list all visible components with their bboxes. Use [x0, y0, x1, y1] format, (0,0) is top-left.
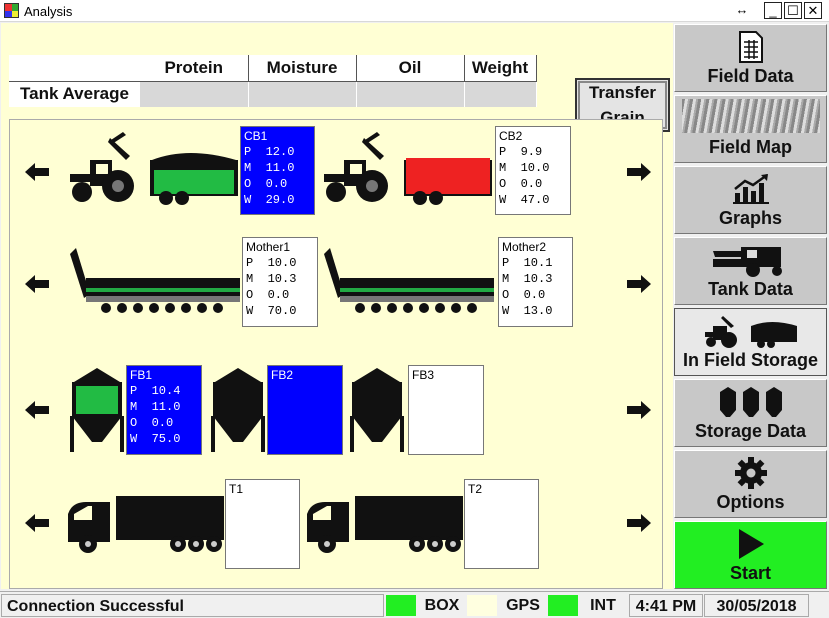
left-arrow-icon[interactable] [25, 163, 49, 181]
harvester-icon [712, 247, 782, 277]
resize-icon[interactable]: ↔ [733, 2, 751, 19]
tank-average-table: Protein Moisture Oil Weight Tank Average [9, 55, 537, 107]
cb2-info[interactable]: CB2 P 9.9 M 10.0 O 0.0 W 47.0 [495, 126, 571, 215]
gear-icon [734, 457, 767, 489]
truck-2-icon [307, 496, 463, 553]
col-weight: Weight [464, 55, 537, 81]
cb1-info[interactable]: CB1 P 12.0 M 11.0 O 0.0 W 29.0 [240, 126, 315, 215]
silo-icon [719, 387, 782, 417]
start-button[interactable]: Start [674, 521, 827, 589]
chart-icon [732, 173, 769, 204]
mother1-info[interactable]: Mother1 P 10.0 M 10.3 O 0.0 W 70.0 [242, 237, 318, 327]
tank-average-label: Tank Average [9, 80, 140, 107]
chaser-bin-2-icon [324, 132, 492, 205]
right-arrow-icon[interactable] [627, 401, 651, 419]
col-moisture: Moisture [248, 55, 357, 81]
gps-label: GPS [506, 597, 540, 614]
window-title: Analysis [24, 4, 73, 19]
sidebar-item-graphs[interactable]: Graphs [674, 166, 827, 234]
map-icon [681, 99, 820, 133]
chaser-bin-1-icon [70, 132, 238, 205]
status-date: 30/05/2018 [704, 594, 809, 617]
mother-bin-1-icon [70, 248, 240, 313]
gps-led [467, 595, 497, 616]
avg-weight [464, 80, 537, 107]
status-time: 4:41 PM [629, 594, 703, 617]
sidebar-item-field-data[interactable]: Field Data [674, 24, 827, 92]
t2-info[interactable]: T2 [464, 479, 539, 569]
avg-protein [140, 80, 249, 107]
fb3-info[interactable]: FB3 [408, 365, 484, 455]
left-arrow-icon[interactable] [25, 275, 49, 293]
left-arrow-icon[interactable] [25, 514, 49, 532]
box-led [386, 595, 416, 616]
mother-bin-2-icon [324, 248, 494, 313]
cb1-fill [154, 170, 234, 194]
sidebar-item-in-field-storage[interactable]: In Field Storage [674, 308, 827, 376]
sidebar-item-field-map[interactable]: Field Map [674, 95, 827, 163]
spreadsheet-icon [738, 31, 763, 63]
sidebar: Field Data Field Map Graphs Tank Data In… [673, 23, 829, 591]
sidebar-item-tank-data[interactable]: Tank Data [674, 237, 827, 305]
field-bin-1-icon [70, 368, 124, 452]
field-bin-2-icon [211, 368, 265, 452]
minimize-button[interactable]: _ [764, 2, 782, 19]
int-label: INT [590, 597, 616, 614]
int-led [548, 595, 578, 616]
field-bin-3-icon [350, 368, 404, 452]
right-arrow-icon[interactable] [627, 163, 651, 181]
sidebar-item-storage-data[interactable]: Storage Data [674, 379, 827, 447]
cb2-fill [406, 158, 490, 194]
col-oil: Oil [356, 55, 465, 81]
storage-panel: CB1 P 12.0 M 11.0 O 0.0 W 29.0 CB2 P 9.9 M 10.… [9, 119, 663, 589]
maximize-button[interactable]: ☐ [784, 2, 802, 19]
right-arrow-icon[interactable] [627, 275, 651, 293]
left-arrow-icon[interactable] [25, 401, 49, 419]
close-button[interactable]: ✕ [804, 2, 822, 19]
avg-oil [356, 80, 465, 107]
col-protein: Protein [140, 55, 249, 81]
box-label: BOX [424, 597, 460, 614]
t1-info[interactable]: T1 [225, 479, 300, 569]
truck-1-icon [68, 496, 224, 553]
play-icon [738, 529, 764, 559]
connection-status: Connection Successful [1, 594, 384, 617]
title-bar: Analysis ↔ _ ☐ ✕ [0, 0, 829, 22]
chaser-bin-icon [704, 316, 797, 348]
fb1-fill [76, 386, 118, 414]
fb2-info[interactable]: FB2 [267, 365, 343, 455]
fb1-info[interactable]: FB1 P 10.4 M 11.0 O 0.0 W 75.0 [126, 365, 202, 455]
status-bar: Connection Successful BOX GPS INT 4:41 P… [0, 591, 829, 618]
mother2-info[interactable]: Mother2 P 10.1 M 10.3 O 0.0 W 13.0 [498, 237, 573, 327]
right-arrow-icon[interactable] [627, 514, 651, 532]
sidebar-item-options[interactable]: Options [674, 450, 827, 518]
avg-moisture [248, 80, 357, 107]
app-icon [4, 3, 19, 18]
